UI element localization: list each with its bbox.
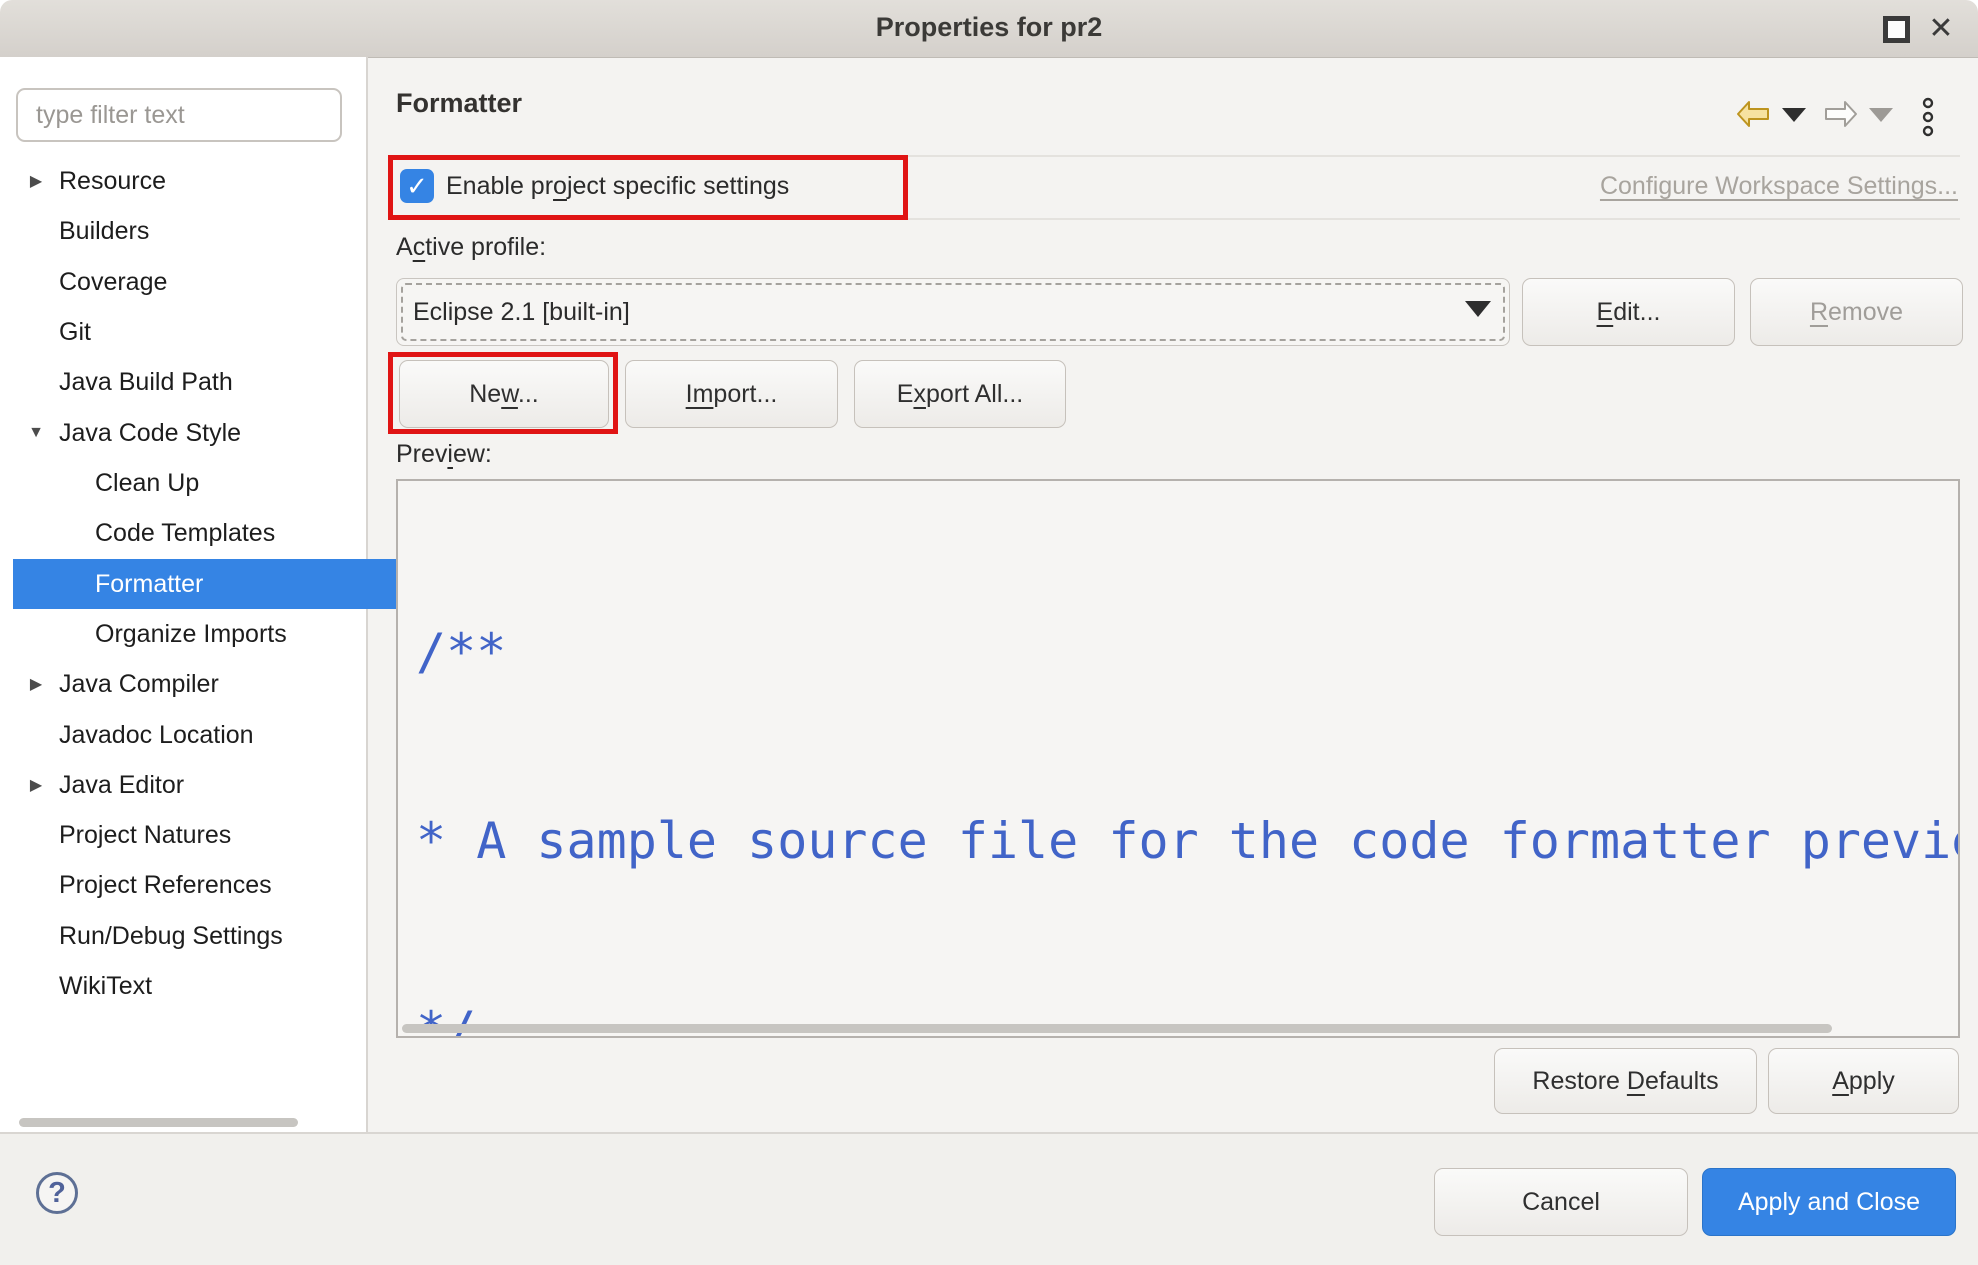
sidebar-item-label: Coverage [59,268,167,297]
forward-button[interactable] [1824,100,1858,133]
sidebar-item-clean-up[interactable]: Clean Up [13,458,428,508]
preview-code: /** * A sample source file for the code … [416,495,1960,1038]
active-profile-value: Eclipse 2.1 [built-in] [413,298,630,327]
sidebar-item-label: Java Compiler [59,670,219,699]
code-line: /** [416,621,1960,684]
sidebar-item-run-debug-settings[interactable]: Run/Debug Settings [13,911,346,961]
sidebar-item-java-code-style[interactable]: ▼Java Code Style [13,408,346,458]
code-line: * A sample source file for the code form… [416,810,1960,873]
active-profile-select[interactable]: Eclipse 2.1 [built-in] [396,278,1510,346]
code-preview-area[interactable]: /** * A sample source file for the code … [396,479,1960,1038]
remove-button[interactable]: Remove [1750,278,1963,346]
page-title: Formatter [396,88,522,119]
checkmark-icon: ✓ [406,171,428,202]
sidebar-item-label: Resource [59,167,166,196]
expander-icon: ▶ [13,674,59,694]
sidebar-item-project-references[interactable]: Project References [13,860,346,910]
sidebar-item-java-editor[interactable]: ▶Java Editor [13,760,346,810]
help-icon: ? [48,1177,66,1210]
back-button[interactable] [1736,100,1770,133]
sidebar-item-organize-imports[interactable]: Organize Imports [13,609,428,659]
expander-icon: ▶ [13,775,59,795]
sidebar-item-label: Java Build Path [59,368,233,397]
sidebar-item-project-natures[interactable]: Project Natures [13,810,346,860]
export-all-button-label: Export All... [897,380,1023,409]
sidebar-item-code-templates[interactable]: Code Templates [13,508,428,558]
cancel-button-label: Cancel [1522,1188,1600,1217]
restore-defaults-label: Restore Defaults [1532,1067,1718,1096]
sidebar-horizontal-scrollbar[interactable] [19,1118,298,1127]
sidebar-item-builders[interactable]: Builders [13,206,346,256]
sidebar-item-label: Project References [59,871,272,900]
help-button[interactable]: ? [36,1172,78,1214]
title-bar: Properties for pr2 ✕ [0,0,1978,58]
separator [396,155,1960,157]
filter-input[interactable] [16,88,342,142]
forward-history-dropdown[interactable] [1869,108,1893,122]
new-button[interactable]: New... [399,360,609,428]
apply-button[interactable]: Apply [1768,1048,1959,1114]
sidebar-item-label: Code Templates [95,519,275,548]
enable-project-settings-checkbox[interactable]: ✓ [400,169,434,203]
remove-button-label: Remove [1810,298,1903,327]
forward-arrow-icon [1824,100,1858,128]
sidebar-item-label: Run/Debug Settings [59,922,283,951]
kebab-menu-icon [1921,97,1935,139]
edit-button[interactable]: Edit... [1522,278,1735,346]
expander-icon: ▶ [13,171,59,191]
sidebar-item-label: Clean Up [95,469,199,498]
maximize-button[interactable] [1881,14,1911,44]
restore-defaults-button[interactable]: Restore Defaults [1494,1048,1757,1114]
sidebar-item-label: Javadoc Location [59,721,254,750]
preview-horizontal-scrollbar[interactable] [402,1024,1832,1033]
sidebar-item-wikitext[interactable]: WikiText [13,961,346,1011]
separator [396,218,1960,220]
sidebar-item-label: Java Code Style [59,419,241,448]
back-history-dropdown[interactable] [1782,108,1806,122]
apply-and-close-button[interactable]: Apply and Close [1702,1168,1956,1236]
new-button-label: New... [469,380,539,409]
import-button[interactable]: Import... [625,360,838,428]
close-icon: ✕ [1928,14,1953,44]
active-profile-label: Active profile: [396,233,546,262]
sidebar-item-coverage[interactable]: Coverage [13,257,346,307]
chevron-down-icon [1465,301,1491,317]
sidebar-item-resource[interactable]: ▶Resource [13,156,346,206]
sidebar-item-java-compiler[interactable]: ▶Java Compiler [13,659,346,709]
export-all-button[interactable]: Export All... [854,360,1066,428]
close-button[interactable]: ✕ [1926,14,1956,44]
sidebar-item-label: WikiText [59,972,152,1001]
apply-button-label: Apply [1832,1067,1895,1096]
apply-and-close-label: Apply and Close [1738,1188,1920,1217]
preview-label: Preview: [396,440,492,469]
sidebar-item-label: Organize Imports [95,620,287,649]
sidebar-item-label: Git [59,318,91,347]
sidebar-item-formatter[interactable]: Formatter [13,559,428,609]
preferences-sidebar: ▶Resource Builders Coverage Git Java Bui… [0,57,368,1132]
sidebar-item-label: Java Editor [59,771,184,800]
expander-icon: ▼ [13,424,59,442]
edit-button-label: Edit... [1597,298,1661,327]
configure-workspace-settings-link[interactable]: Configure Workspace Settings... [1600,172,1958,201]
sidebar-item-java-build-path[interactable]: Java Build Path [13,357,346,407]
sidebar-item-label: Formatter [95,570,203,599]
window-title: Properties for pr2 [0,12,1978,43]
sidebar-item-git[interactable]: Git [13,307,346,357]
enable-project-settings-label: Enable project specific settings [446,172,789,201]
sidebar-item-label: Builders [59,217,149,246]
view-menu-button[interactable] [1921,97,1935,144]
back-arrow-icon [1736,100,1770,128]
maximize-icon [1883,16,1910,43]
sidebar-item-javadoc-location[interactable]: Javadoc Location [13,710,346,760]
cancel-button[interactable]: Cancel [1434,1168,1688,1236]
properties-dialog: Properties for pr2 ✕ ▶Resource Builders … [0,0,1978,1265]
sidebar-item-label: Project Natures [59,821,231,850]
import-button-label: Import... [686,380,778,409]
